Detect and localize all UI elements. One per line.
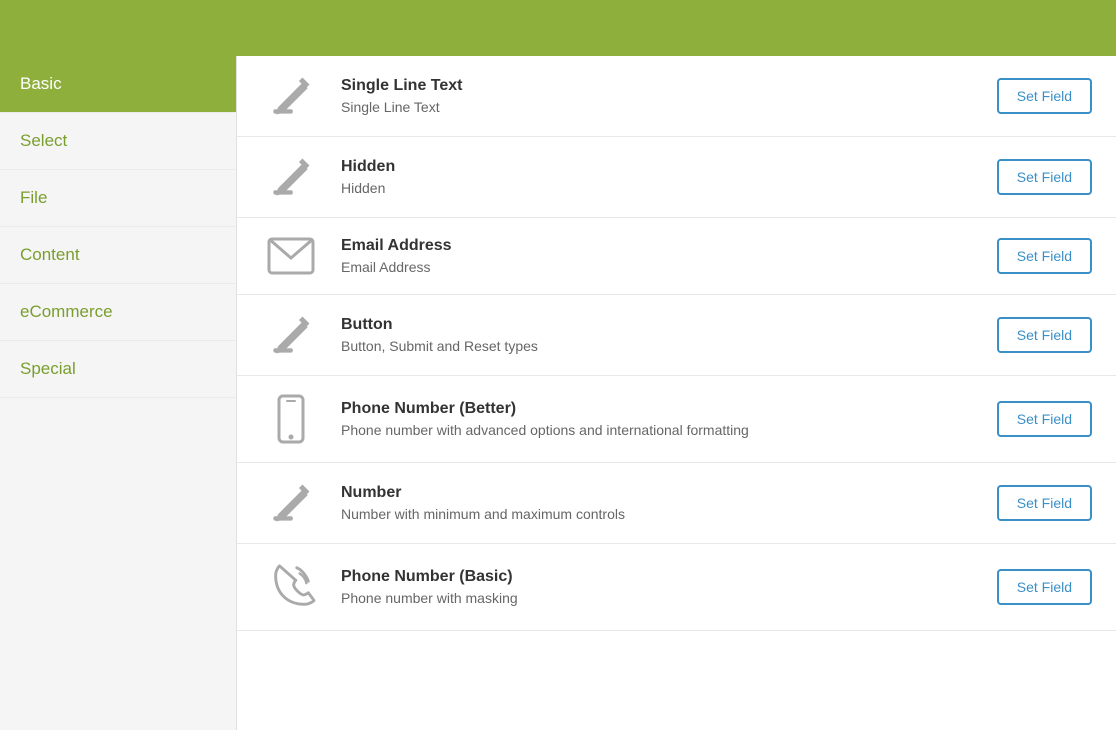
set-field-button-number[interactable]: Set Field bbox=[997, 485, 1092, 521]
sidebar-item-special[interactable]: Special bbox=[0, 341, 236, 398]
sidebar-item-ecommerce[interactable]: eCommerce bbox=[0, 284, 236, 341]
field-info-email-address: Email Address Email Address bbox=[341, 237, 977, 275]
pencil-icon bbox=[261, 155, 321, 199]
field-row-phone-number-basic: Phone Number (Basic) Phone number with ma… bbox=[237, 544, 1116, 631]
field-desc-email-address: Email Address bbox=[341, 259, 977, 275]
set-field-button-phone-number-better[interactable]: Set Field bbox=[997, 401, 1092, 437]
sidebar: BasicSelectFileContenteCommerceSpecial bbox=[0, 56, 237, 730]
sidebar-item-file[interactable]: File bbox=[0, 170, 236, 227]
sidebar-item-select[interactable]: Select bbox=[0, 113, 236, 170]
fields-list: Single Line Text Single Line Text Set Fiel… bbox=[237, 56, 1116, 730]
fields-modal: BasicSelectFileContenteCommerceSpecial S… bbox=[0, 0, 1116, 730]
field-name-button: Button bbox=[341, 316, 977, 334]
field-info-hidden: Hidden Hidden bbox=[341, 158, 977, 196]
set-field-button-phone-number-basic[interactable]: Set Field bbox=[997, 569, 1092, 605]
set-field-button-email-address[interactable]: Set Field bbox=[997, 238, 1092, 274]
mobile-icon bbox=[261, 394, 321, 444]
sidebar-item-content[interactable]: Content bbox=[0, 227, 236, 284]
close-button[interactable] bbox=[1088, 24, 1096, 32]
field-name-single-line-text: Single Line Text bbox=[341, 77, 977, 95]
field-info-number: Number Number with minimum and maximum co… bbox=[341, 484, 977, 522]
field-name-phone-number-better: Phone Number (Better) bbox=[341, 400, 977, 418]
field-name-email-address: Email Address bbox=[341, 237, 977, 255]
field-desc-phone-number-basic: Phone number with masking bbox=[341, 590, 977, 606]
pencil-icon bbox=[261, 481, 321, 525]
field-info-button: Button Button, Submit and Reset types bbox=[341, 316, 977, 354]
field-row-button: Button Button, Submit and Reset types Set … bbox=[237, 295, 1116, 376]
pencil-icon bbox=[261, 74, 321, 118]
phone-wave-icon bbox=[261, 562, 321, 612]
field-row-email-address: Email Address Email Address Set Field bbox=[237, 218, 1116, 295]
field-info-phone-number-better: Phone Number (Better) Phone number with a… bbox=[341, 400, 977, 438]
set-field-button-single-line-text[interactable]: Set Field bbox=[997, 78, 1092, 114]
field-desc-number: Number with minimum and maximum controls bbox=[341, 506, 977, 522]
field-info-phone-number-basic: Phone Number (Basic) Phone number with ma… bbox=[341, 568, 977, 606]
sidebar-item-basic[interactable]: Basic bbox=[0, 56, 236, 113]
modal-body: BasicSelectFileContenteCommerceSpecial S… bbox=[0, 56, 1116, 730]
field-desc-hidden: Hidden bbox=[341, 180, 977, 196]
pencil-icon bbox=[261, 313, 321, 357]
set-field-button-button[interactable]: Set Field bbox=[997, 317, 1092, 353]
modal-header bbox=[0, 0, 1116, 56]
field-row-number: Number Number with minimum and maximum co… bbox=[237, 463, 1116, 544]
field-row-phone-number-better: Phone Number (Better) Phone number with a… bbox=[237, 376, 1116, 463]
field-name-number: Number bbox=[341, 484, 977, 502]
field-row-hidden: Hidden Hidden Set Field bbox=[237, 137, 1116, 218]
field-desc-phone-number-better: Phone number with advanced options and i… bbox=[341, 422, 977, 438]
set-field-button-hidden[interactable]: Set Field bbox=[997, 159, 1092, 195]
field-desc-button: Button, Submit and Reset types bbox=[341, 338, 977, 354]
field-name-phone-number-basic: Phone Number (Basic) bbox=[341, 568, 977, 586]
field-info-single-line-text: Single Line Text Single Line Text bbox=[341, 77, 977, 115]
field-name-hidden: Hidden bbox=[341, 158, 977, 176]
envelope-icon bbox=[261, 236, 321, 276]
field-desc-single-line-text: Single Line Text bbox=[341, 99, 977, 115]
field-row-single-line-text: Single Line Text Single Line Text Set Fiel… bbox=[237, 56, 1116, 137]
